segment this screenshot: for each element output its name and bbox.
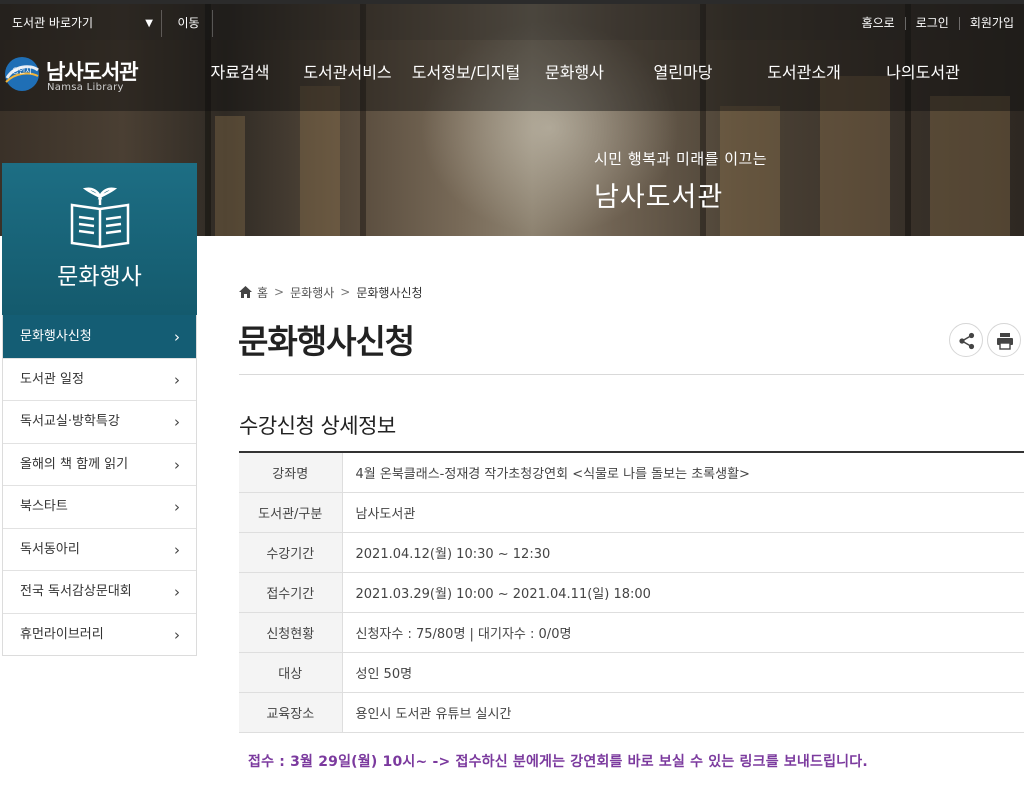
table-row: 강좌명 4월 온북클래스-정재경 작가초청강연회 <식물로 나를 돌보는 초록생… — [239, 452, 1024, 492]
table-row: 접수기간 2021.03.29(월) 10:00 ~ 2021.04.11(일)… — [239, 572, 1024, 612]
chevron-right-icon: › — [174, 498, 180, 516]
library-english-name: Namsa Library — [47, 82, 124, 93]
sidebar-menu: 문화행사신청 › 도서관 일정 › 독서교실·방학특강 › 올해의 책 함께 읽… — [2, 315, 197, 656]
utility-bar: 도서관 바로가기 ▼ 이동 홈으로 로그인 회원가입 — [0, 0, 1024, 40]
breadcrumb-home[interactable]: 홈 — [257, 284, 268, 301]
library-shortcut-label: 도서관 바로가기 — [12, 16, 94, 30]
row-value: 4월 온북클래스-정재경 작가초청강연회 <식물로 나를 돌보는 초록생활> — [355, 466, 750, 482]
print-icon — [997, 333, 1013, 350]
row-value: 용인시 도서관 유튜브 실시간 — [355, 706, 512, 722]
library-logo[interactable]: 용인시 남사도서관 Namsa Library — [4, 52, 144, 98]
open-book-icon — [70, 187, 130, 249]
sidebar-item-book-of-year[interactable]: 올해의 책 함께 읽기 › — [3, 442, 196, 485]
row-label: 강좌명 — [239, 452, 343, 492]
breadcrumb-separator: > — [340, 285, 351, 299]
chevron-right-icon: › — [174, 540, 180, 559]
sidebar-item-label: 북스타트 — [20, 499, 68, 514]
library-logo-icon: 용인시 — [5, 57, 39, 91]
share-icon — [959, 332, 975, 350]
gnb-item-about[interactable]: 도서관소개 — [744, 40, 864, 111]
title-divider — [239, 374, 1024, 375]
course-detail-table: 강좌명 4월 온북클래스-정재경 작가초청강연회 <식물로 나를 돌보는 초록생… — [239, 451, 1024, 733]
sidebar-item-label: 올해의 책 함께 읽기 — [20, 456, 129, 472]
gnb-item-community[interactable]: 열린마당 — [622, 40, 744, 111]
sidebar-item-reading-class[interactable]: 독서교실·방학특강 › — [3, 400, 196, 443]
login-link[interactable]: 로그인 — [904, 17, 959, 30]
main-header: 용인시 남사도서관 Namsa Library 자료검색 도서관서비스 도서정보… — [0, 40, 1024, 111]
hero-copy: 시민 행복과 미래를 이끄는 남사도서관 — [594, 148, 767, 214]
row-value: 남사도서관 — [355, 506, 416, 522]
table-row: 신청현황 신청자수 : 75/80명 | 대기자수 : 0/0명 — [239, 612, 1024, 652]
sidebar-item-label: 문화행사신청 — [20, 329, 92, 344]
row-label: 신청현황 — [239, 612, 343, 652]
gnb-item-search[interactable]: 자료검색 — [190, 40, 290, 111]
chevron-right-icon: › — [174, 370, 180, 389]
table-row: 대상 성인 50명 — [239, 652, 1024, 692]
chevron-right-icon: › — [174, 413, 180, 431]
home-icon[interactable] — [239, 286, 252, 298]
gnb-item-events[interactable]: 문화행사 — [527, 40, 622, 111]
svg-text:용인시: 용인시 — [12, 66, 31, 75]
library-shortcut-select[interactable]: 도서관 바로가기 ▼ — [4, 10, 162, 37]
move-button[interactable]: 이동 — [165, 10, 213, 37]
registration-notice: 접수 : 3월 29일(월) 10시~ -> 접수하신 분에게는 강연회를 바로… — [248, 754, 868, 770]
sidebar-item-event-application[interactable]: 문화행사신청 › — [3, 315, 196, 358]
row-label: 대상 — [239, 652, 343, 692]
sidebar-item-label: 전국 독서감상문대회 — [20, 584, 132, 599]
row-value: 2021.04.12(월) 10:30 ~ 12:30 — [355, 546, 551, 562]
global-nav: 자료검색 도서관서비스 도서정보/디지털 문화행사 열린마당 도서관소개 나의도… — [190, 40, 982, 111]
sidebar-item-book-club[interactable]: 독서동아리 › — [3, 527, 196, 570]
gnb-item-digital[interactable]: 도서정보/디지털 — [405, 40, 527, 111]
breadcrumb-events[interactable]: 문화행사 — [290, 284, 334, 301]
sidebar-item-bookstart[interactable]: 북스타트 › — [3, 485, 196, 528]
chevron-right-icon: › — [174, 583, 180, 601]
sidebar-item-library-schedule[interactable]: 도서관 일정 › — [3, 357, 196, 400]
table-row: 수강기간 2021.04.12(월) 10:30 ~ 12:30 — [239, 532, 1024, 572]
sidebar-header: 문화행사 — [2, 163, 197, 315]
chevron-right-icon: › — [174, 625, 180, 644]
gnb-item-services[interactable]: 도서관서비스 — [290, 40, 405, 111]
home-link[interactable]: 홈으로 — [852, 17, 905, 30]
page-title: 문화행사신청 — [238, 322, 415, 361]
breadcrumb-separator: > — [274, 285, 285, 299]
print-button[interactable] — [987, 323, 1021, 357]
row-value: 성인 50명 — [355, 666, 413, 682]
gnb-item-my-library[interactable]: 나의도서관 — [864, 40, 982, 111]
hero-title: 남사도서관 — [594, 182, 724, 213]
breadcrumb: 홈 > 문화행사 > 문화행사신청 — [239, 283, 423, 301]
utility-links: 홈으로 로그인 회원가입 — [852, 10, 1024, 37]
table-row: 도서관/구분 남사도서관 — [239, 492, 1024, 532]
row-value: 2021.03.29(월) 10:00 ~ 2021.04.11(일) 18:0… — [355, 586, 651, 602]
section-title: 수강신청 상세정보 — [239, 414, 396, 438]
table-row: 교육장소 용인시 도서관 유튜브 실시간 — [239, 692, 1024, 732]
caret-down-icon: ▼ — [145, 18, 153, 29]
sidebar-item-label: 독서동아리 — [20, 541, 80, 557]
row-label: 수강기간 — [239, 532, 343, 572]
row-label: 접수기간 — [239, 572, 343, 612]
breadcrumb-current: 문화행사신청 — [356, 285, 423, 300]
sidebar-item-label: 도서관 일정 — [20, 371, 84, 387]
sidebar-item-label: 독서교실·방학특강 — [20, 414, 120, 429]
sidebar-item-label: 휴먼라이브러리 — [20, 626, 104, 642]
row-value: 신청자수 : 75/80명 | 대기자수 : 0/0명 — [355, 626, 572, 642]
bookshelf-books — [215, 116, 245, 236]
share-button[interactable] — [949, 323, 983, 357]
row-label: 교육장소 — [239, 692, 343, 732]
sidebar-item-essay-contest[interactable]: 전국 독서감상문대회 › — [3, 570, 196, 613]
sidebar-item-human-library[interactable]: 휴먼라이브러리 › — [3, 612, 196, 655]
row-label: 도서관/구분 — [239, 492, 343, 532]
sidebar-title: 문화행사 — [57, 264, 142, 290]
bookshelf-books — [930, 96, 1010, 236]
signup-link[interactable]: 회원가입 — [958, 17, 1024, 30]
hero-subtitle: 시민 행복과 미래를 이끄는 — [594, 150, 768, 168]
chevron-right-icon: › — [174, 328, 180, 346]
chevron-right-icon: › — [174, 455, 180, 474]
